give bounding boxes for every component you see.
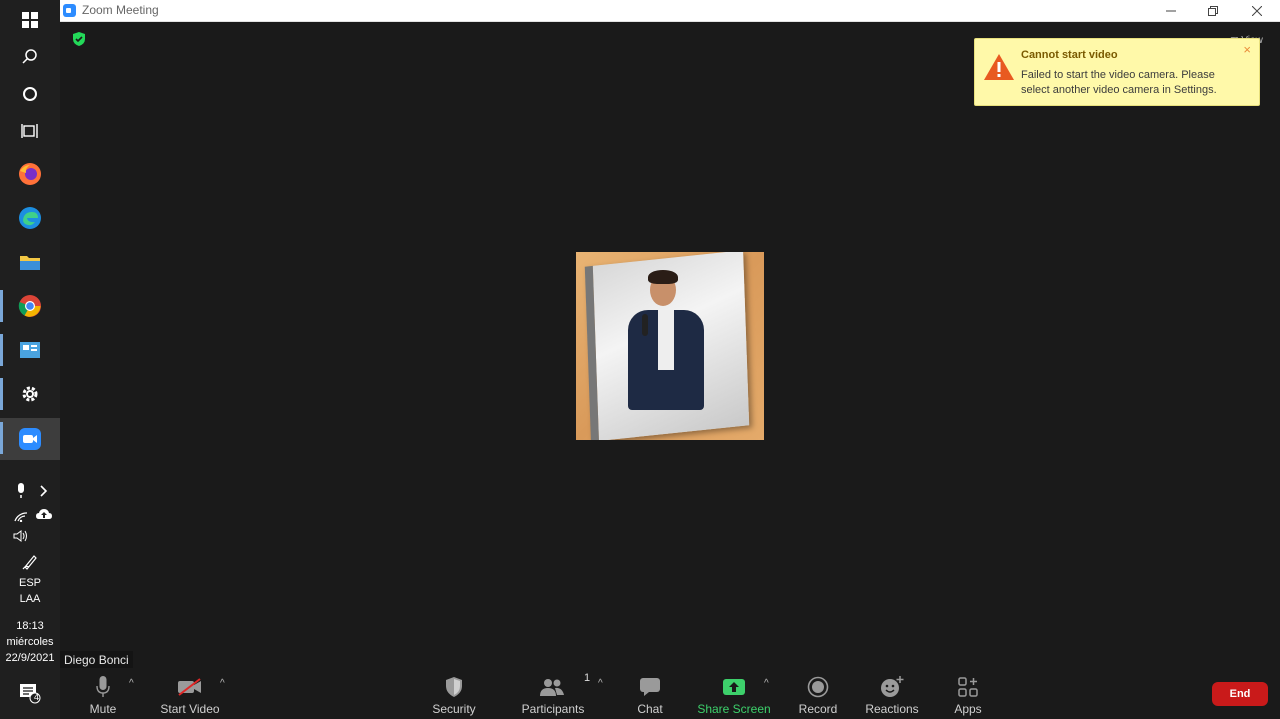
window-title: Zoom Meeting	[82, 3, 159, 17]
apps-button[interactable]: Apps	[950, 668, 986, 719]
meeting-controls-toolbar: Mute ^ Start Video ^ Security 1 Particip…	[60, 668, 1280, 719]
close-icon	[1252, 5, 1262, 16]
share-options-caret[interactable]: ^	[764, 678, 769, 689]
chrome-icon	[18, 295, 41, 317]
task-view-button[interactable]	[0, 111, 60, 151]
window-titlebar: Zoom Meeting	[60, 0, 1280, 22]
smiley-plus-icon	[880, 674, 904, 700]
mute-label: Mute	[89, 702, 117, 716]
chrome-taskbar-button[interactable]	[0, 286, 60, 326]
language-label: ESP	[18, 577, 41, 589]
share-screen-icon	[722, 674, 746, 700]
participants-count: 1	[584, 672, 591, 684]
handheld-microphone	[642, 314, 648, 336]
cloud-upload-icon	[36, 509, 52, 519]
security-button[interactable]: Security	[430, 668, 478, 719]
record-label: Record	[798, 702, 838, 716]
keyboard-layout-label: LAA	[19, 593, 41, 605]
running-indicator	[0, 378, 3, 410]
running-indicator	[0, 290, 3, 322]
search-button[interactable]	[0, 37, 60, 77]
start-button[interactable]	[0, 0, 60, 40]
edge-taskbar-button[interactable]	[0, 198, 60, 238]
minimize-icon	[1166, 10, 1176, 11]
edge-icon	[19, 207, 41, 229]
search-icon	[22, 49, 37, 64]
record-button[interactable]: Record	[796, 668, 840, 719]
participants-label: Participants	[521, 702, 585, 716]
zoom-icon	[19, 428, 41, 450]
participants-options-caret[interactable]: ^	[598, 678, 603, 689]
language-indicator[interactable]: ESP LAA	[0, 576, 60, 607]
restore-button[interactable]	[1192, 0, 1234, 21]
start-video-button[interactable]: Start Video	[158, 668, 222, 719]
share-screen-button[interactable]: Share Screen	[697, 668, 771, 719]
minimize-button[interactable]	[1150, 0, 1192, 21]
chat-button[interactable]: Chat	[632, 668, 668, 719]
person-hair	[648, 270, 678, 284]
taskbar: ESP LAA 18:13 miércoles 22/9/2021 4	[0, 0, 60, 719]
pen-icon	[22, 555, 37, 570]
action-center-button[interactable]: 4	[0, 673, 60, 713]
apps-label: Apps	[954, 702, 982, 716]
security-label: Security	[432, 702, 476, 716]
audio-options-caret[interactable]: ^	[129, 678, 134, 689]
cannot-start-video-notification: Cannot start video Failed to start the v…	[974, 38, 1260, 106]
cortana-icon	[23, 87, 37, 101]
gear-icon	[22, 386, 38, 402]
clock-time: 18:13	[16, 620, 44, 632]
restore-icon	[1208, 5, 1218, 16]
participant-profile-picture	[576, 252, 764, 440]
participants-button[interactable]: 1 Participants	[521, 668, 590, 719]
reactions-label: Reactions	[865, 702, 919, 716]
clock-day: miércoles	[6, 636, 54, 648]
notification-close-button[interactable]: ×	[1243, 42, 1251, 57]
zoom-app-icon	[63, 4, 76, 17]
speaker-icon	[13, 530, 27, 542]
control-panel-icon	[20, 342, 40, 358]
running-indicator	[0, 334, 3, 366]
firefox-icon	[19, 163, 41, 185]
clock[interactable]: 18:13 miércoles 22/9/2021	[0, 619, 60, 666]
apps-icon	[958, 674, 978, 700]
notification-message: Failed to start the video camera. Please…	[1021, 69, 1217, 96]
share-screen-label: Share Screen	[697, 702, 771, 716]
participants-icon: 1	[540, 672, 590, 700]
end-meeting-button[interactable]: End	[1212, 682, 1268, 706]
folder-icon	[20, 256, 40, 270]
person-shirt	[658, 310, 674, 370]
cortana-button[interactable]	[0, 74, 60, 114]
control-panel-taskbar-button[interactable]	[0, 330, 60, 370]
security-shield-icon	[445, 674, 463, 700]
notification-title: Cannot start video	[1021, 49, 1118, 61]
mute-button[interactable]: Mute	[88, 668, 118, 719]
encryption-shield-icon[interactable]	[72, 32, 86, 51]
firefox-taskbar-button[interactable]	[0, 154, 60, 194]
meeting-area: ▦ View Cannot start video Failed to star…	[60, 22, 1280, 719]
clock-date: 22/9/2021	[5, 652, 55, 664]
windows-logo-icon	[22, 12, 38, 28]
task-view-icon	[21, 124, 38, 138]
chat-label: Chat	[637, 702, 663, 716]
video-off-icon	[177, 674, 203, 700]
start-video-label: Start Video	[160, 702, 220, 716]
zoom-taskbar-button[interactable]	[0, 418, 60, 460]
reactions-button[interactable]: Reactions	[865, 668, 919, 719]
warning-icon	[983, 53, 1015, 86]
chat-bubble-icon	[639, 674, 661, 700]
video-options-caret[interactable]: ^	[220, 678, 225, 689]
close-window-button[interactable]	[1236, 0, 1278, 21]
file-explorer-taskbar-button[interactable]	[0, 242, 60, 282]
microphone-icon	[96, 674, 110, 700]
settings-taskbar-button[interactable]	[0, 374, 60, 414]
running-indicator	[0, 422, 3, 454]
notification-count-badge: 4	[34, 692, 40, 702]
record-icon	[807, 674, 829, 700]
